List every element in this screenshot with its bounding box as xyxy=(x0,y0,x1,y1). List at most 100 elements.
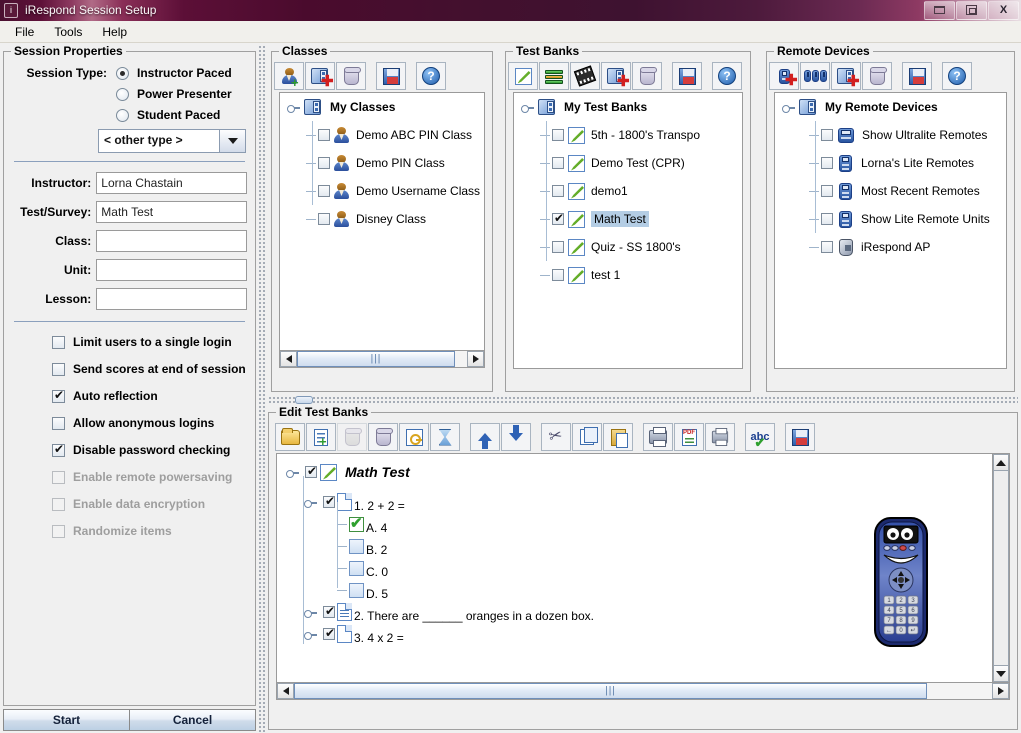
cut-icon[interactable]: ✂ xyxy=(541,423,571,451)
answer-checkbox[interactable] xyxy=(349,538,364,554)
class-checkbox[interactable] xyxy=(318,157,330,169)
delete-icon[interactable] xyxy=(632,62,662,90)
move-up-icon[interactable] xyxy=(470,423,500,451)
question-checkbox[interactable] xyxy=(323,494,335,509)
cancel-button[interactable]: Cancel xyxy=(130,709,256,731)
delete-icon[interactable] xyxy=(862,62,892,90)
expand-toggle-icon[interactable] xyxy=(303,605,317,619)
question-tree[interactable]: Math Test 1. 2 + 2 = A. 4 xyxy=(276,453,993,683)
class-checkbox[interactable] xyxy=(318,213,330,225)
list-item[interactable]: 5th - 1800's Transpo xyxy=(514,121,742,149)
menu-file[interactable]: File xyxy=(6,23,43,41)
add-folder-icon[interactable]: ✚ xyxy=(601,62,631,90)
books-icon[interactable] xyxy=(539,62,569,90)
scroll-left-button[interactable] xyxy=(280,351,297,367)
list-item[interactable]: iRespond AP xyxy=(775,233,1006,261)
help-icon[interactable]: ? xyxy=(942,62,972,90)
copy-icon[interactable] xyxy=(572,423,602,451)
scroll-up-button[interactable] xyxy=(993,454,1009,471)
testbank-checkbox[interactable] xyxy=(552,211,564,226)
class-field[interactable] xyxy=(96,230,247,252)
testbank-checkbox[interactable] xyxy=(552,241,564,253)
remote-devices-tree[interactable]: My Remote Devices Show Ultralite Remotes… xyxy=(774,92,1007,369)
add-folder-icon[interactable]: ✚ xyxy=(305,62,335,90)
list-item[interactable]: Demo PIN Class xyxy=(280,149,484,177)
remote-checkbox[interactable] xyxy=(821,157,833,169)
radio-student-paced[interactable] xyxy=(116,108,129,122)
print-preview-icon[interactable] xyxy=(705,423,735,451)
checkbox-row-send-scores[interactable]: Send scores at end of session xyxy=(52,362,247,376)
scroll-track[interactable] xyxy=(993,471,1009,665)
answer-key-icon[interactable] xyxy=(399,423,429,451)
testbank-checkbox[interactable] xyxy=(552,129,564,141)
scroll-right-button[interactable] xyxy=(992,683,1009,699)
expand-toggle-icon[interactable] xyxy=(781,100,795,114)
open-folder-icon[interactable] xyxy=(275,423,305,451)
list-item[interactable]: Demo Username Class xyxy=(280,177,484,205)
list-item[interactable]: Show Lite Remote Units xyxy=(775,205,1006,233)
question-row[interactable]: 1. 2 + 2 = xyxy=(303,491,992,513)
radio-instructor-paced[interactable] xyxy=(116,66,129,80)
list-item[interactable]: Show Ultralite Remotes xyxy=(775,121,1006,149)
test-survey-field[interactable]: Math Test xyxy=(96,201,247,223)
media-icon[interactable] xyxy=(570,62,600,90)
close-button[interactable]: X xyxy=(988,1,1019,20)
other-type-dropdown[interactable]: < other type > xyxy=(98,129,246,153)
checkbox-send-scores[interactable] xyxy=(52,362,65,376)
chevron-down-icon[interactable] xyxy=(219,130,245,152)
answer-checkbox-correct[interactable] xyxy=(349,514,364,533)
checkbox-row-auto-reflection[interactable]: Auto reflection xyxy=(52,388,247,403)
remote-checkbox[interactable] xyxy=(821,129,833,141)
testbank-checkbox[interactable] xyxy=(552,185,564,197)
scroll-down-button[interactable] xyxy=(993,665,1009,682)
print-icon[interactable] xyxy=(643,423,673,451)
testbank-checkbox[interactable] xyxy=(552,269,564,281)
remote-checkbox[interactable] xyxy=(821,185,833,197)
radio-power-presenter[interactable] xyxy=(116,87,129,101)
list-item[interactable]: test 1 xyxy=(514,261,742,289)
expand-toggle-icon[interactable] xyxy=(303,627,317,641)
delete-icon[interactable] xyxy=(336,62,366,90)
edit-hscrollbar[interactable]: ||| xyxy=(276,683,1010,700)
save-icon[interactable] xyxy=(902,62,932,90)
list-item[interactable]: Most Recent Remotes xyxy=(775,177,1006,205)
add-remote-group-icon[interactable] xyxy=(800,62,830,90)
list-item[interactable]: Disney Class xyxy=(280,205,484,233)
checkbox-row-anonymous-logins[interactable]: Allow anonymous logins xyxy=(52,416,247,430)
expand-toggle-icon[interactable] xyxy=(303,495,317,509)
add-question-icon[interactable]: + xyxy=(306,423,336,451)
expand-toggle-icon[interactable] xyxy=(285,465,299,479)
checkbox-limit-users[interactable] xyxy=(52,335,65,349)
list-item[interactable]: Lorna's Lite Remotes xyxy=(775,149,1006,177)
classes-tree-root[interactable]: My Classes xyxy=(280,93,484,121)
class-checkbox[interactable] xyxy=(318,185,330,197)
minimize-button[interactable] xyxy=(924,1,955,20)
scroll-track[interactable]: ||| xyxy=(294,683,992,699)
list-item[interactable]: demo1 xyxy=(514,177,742,205)
class-checkbox[interactable] xyxy=(318,129,330,141)
horizontal-splitter[interactable] xyxy=(268,396,1018,404)
edit-test-icon[interactable] xyxy=(508,62,538,90)
answer-checkbox[interactable] xyxy=(349,560,364,576)
restore-button[interactable] xyxy=(956,1,987,20)
scroll-left-button[interactable] xyxy=(277,683,294,699)
paste-icon[interactable] xyxy=(603,423,633,451)
test-banks-tree-root[interactable]: My Test Banks xyxy=(514,93,742,121)
scroll-track[interactable]: ||| xyxy=(297,351,467,367)
expand-toggle-icon[interactable] xyxy=(520,100,534,114)
scroll-thumb[interactable]: ||| xyxy=(294,683,927,699)
scroll-right-button[interactable] xyxy=(467,351,484,367)
answer-checkbox[interactable] xyxy=(349,582,364,598)
add-class-icon[interactable]: + xyxy=(274,62,304,90)
lesson-field[interactable] xyxy=(96,288,247,310)
checkbox-row-disable-password[interactable]: Disable password checking xyxy=(52,442,247,457)
remote-checkbox[interactable] xyxy=(821,241,833,253)
classes-hscrollbar[interactable]: ||| xyxy=(279,351,485,368)
checkbox-auto-reflection[interactable] xyxy=(52,388,65,403)
menu-help[interactable]: Help xyxy=(93,23,136,41)
remote-devices-tree-root[interactable]: My Remote Devices xyxy=(775,93,1006,121)
testbank-checkbox[interactable] xyxy=(552,157,564,169)
list-item[interactable]: Demo Test (CPR) xyxy=(514,149,742,177)
list-item-selected[interactable]: Math Test xyxy=(514,205,742,233)
start-button[interactable]: Start xyxy=(3,709,130,731)
